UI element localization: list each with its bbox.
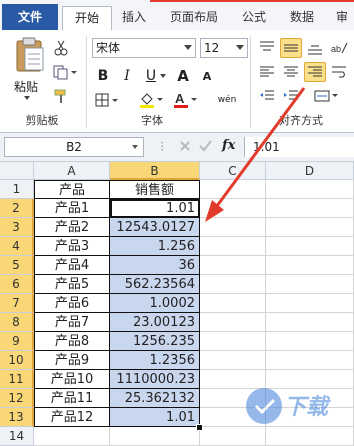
watermark-text: 下载: [284, 395, 331, 420]
watermark-icon: 下载: [246, 388, 331, 424]
annotation-arrow-icon: [205, 87, 306, 222]
watermark-logo: 下载: [240, 382, 354, 430]
